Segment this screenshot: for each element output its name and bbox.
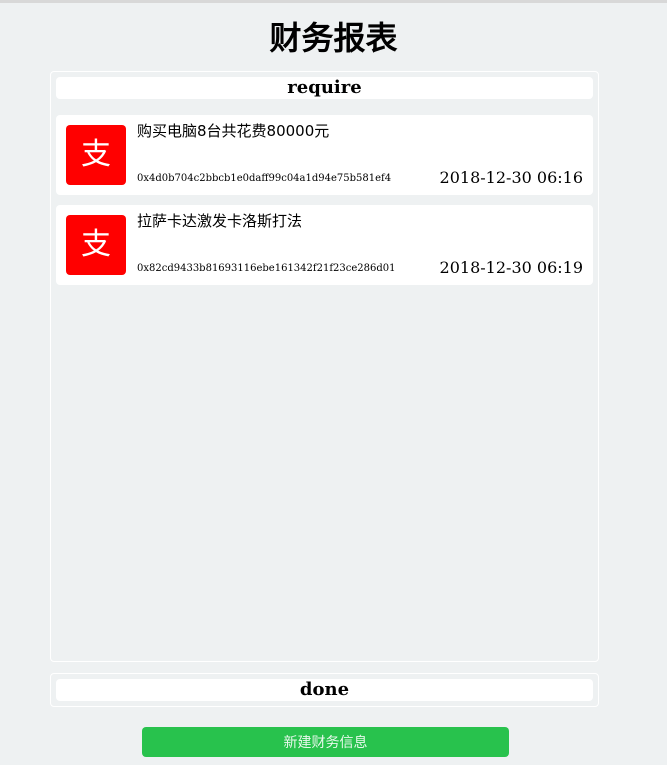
page-title: 财务报表 [269,19,398,57]
list-item[interactable]: 支 购买电脑8台共花费80000元 0x4d0b704c2bbcb1e0daff… [56,115,593,195]
item-hash: 0x82cd9433b81693116ebe161342f21f23ce286d… [137,263,396,274]
new-finance-button[interactable]: 新建财务信息 [142,727,509,757]
item-title: 拉萨卡达激发卡洛斯打法 [137,212,303,230]
item-hash: 0x4d0b704c2bbcb1e0daff99c04a1d94e75b581e… [137,173,392,184]
list-item[interactable]: 支 拉萨卡达激发卡洛斯打法 0x82cd9433b81693116ebe1613… [56,205,593,285]
require-header[interactable]: require [56,77,593,99]
done-panel: done [50,673,599,707]
done-header[interactable]: done [56,679,593,701]
require-panel: require 支 购买电脑8台共花费80000元 0x4d0b704c2bbc… [50,71,599,662]
top-border [0,0,667,3]
expense-badge: 支 [66,215,126,275]
item-timestamp: 2018-12-30 06:19 [439,258,583,277]
expense-badge: 支 [66,125,126,185]
item-title: 购买电脑8台共花费80000元 [137,122,330,140]
item-timestamp: 2018-12-30 06:16 [439,168,583,187]
